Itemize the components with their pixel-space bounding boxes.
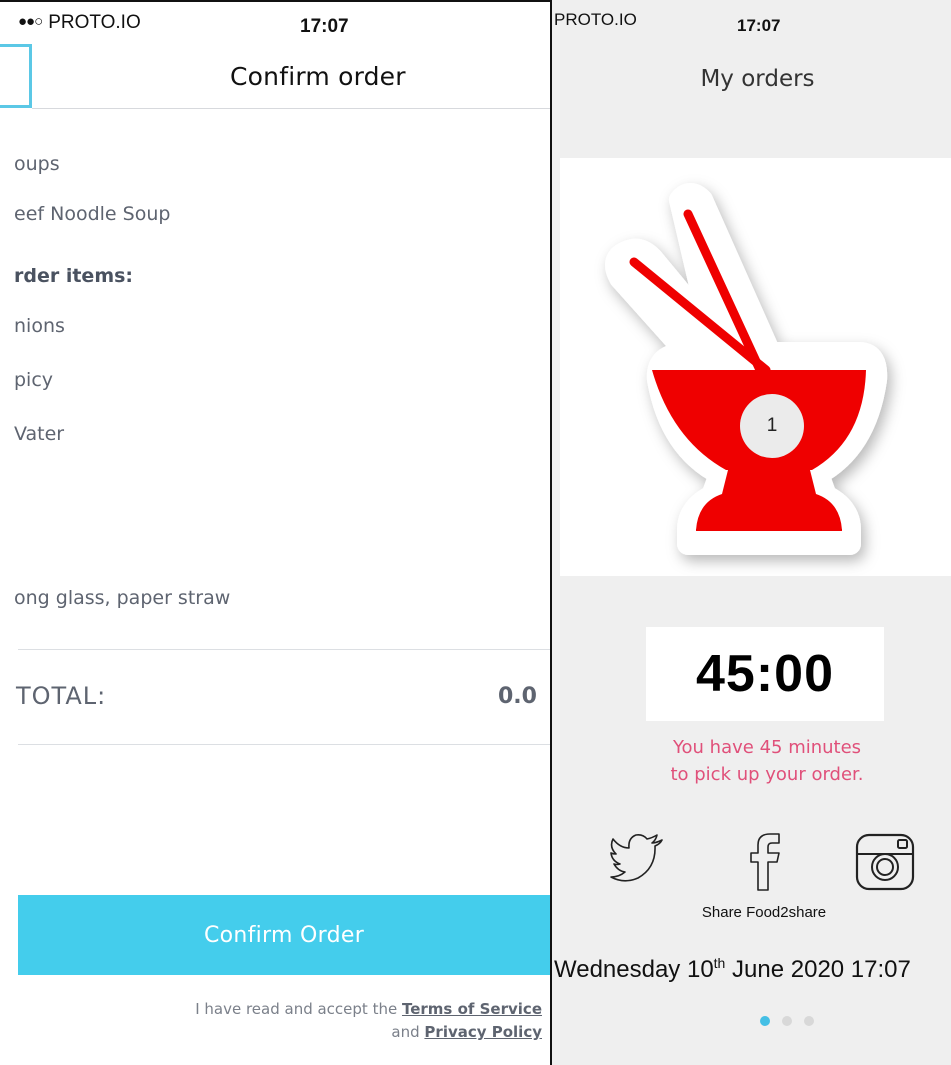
extra-note: ong glass, paper straw bbox=[14, 587, 231, 609]
dish-label: eef Noodle Soup bbox=[14, 203, 171, 225]
date-weekday: Wednesday 10 bbox=[554, 956, 714, 983]
order-datetime: Wednesday 10th June 2020 17:07 bbox=[554, 955, 951, 984]
order-items-heading: rder items: bbox=[14, 265, 134, 287]
terms-prefix: I have read and accept the bbox=[195, 1000, 398, 1018]
status-carrier: PROTO.IO bbox=[554, 10, 637, 29]
top-border bbox=[0, 0, 550, 2]
date-rest: June 2020 17:07 bbox=[732, 956, 911, 983]
header-divider bbox=[32, 108, 550, 109]
confirm-order-button[interactable]: Confirm Order bbox=[18, 895, 550, 975]
page-dot[interactable] bbox=[804, 1016, 814, 1026]
facebook-icon[interactable] bbox=[748, 832, 782, 892]
category-label: oups bbox=[14, 153, 60, 175]
order-image-panel: 1 bbox=[560, 158, 951, 576]
instagram-icon[interactable] bbox=[854, 832, 916, 892]
pickup-line-2: to pick up your order. bbox=[670, 764, 864, 785]
countdown-timer: 45:00 bbox=[646, 627, 884, 721]
terms-notice: I have read and accept the Terms of Serv… bbox=[110, 998, 550, 1044]
page-indicator[interactable] bbox=[552, 1016, 951, 1026]
order-item: Vater bbox=[14, 423, 65, 445]
status-time: 17:07 bbox=[737, 16, 781, 35]
twitter-icon[interactable] bbox=[610, 832, 666, 882]
page-title: Confirm order bbox=[230, 62, 406, 91]
share-label: Share Food2share bbox=[701, 904, 827, 921]
status-time: 17:07 bbox=[300, 16, 349, 37]
page-dot[interactable] bbox=[760, 1016, 770, 1026]
terms-and: and bbox=[391, 1023, 420, 1041]
status-bar: ●●○ PROTO.IO bbox=[18, 12, 141, 34]
total-divider-bottom bbox=[18, 744, 550, 745]
timer-value: 45:00 bbox=[696, 645, 834, 703]
total-value: 0.0 bbox=[498, 684, 537, 709]
terms-of-service-link[interactable]: Terms of Service bbox=[402, 1000, 542, 1018]
signal-icon: ●●○ bbox=[18, 13, 43, 30]
total-label: TOTAL: bbox=[16, 682, 107, 710]
total-divider-top bbox=[18, 649, 550, 650]
pickup-message: You have 45 minutes to pick up your orde… bbox=[552, 734, 951, 788]
confirm-order-label: Confirm Order bbox=[203, 922, 365, 948]
noodle-bowl-icon bbox=[605, 183, 888, 555]
my-orders-screen: PROTO.IO 17:07 My orders 1 45:00 You hav… bbox=[552, 0, 951, 1065]
order-count-badge: 1 bbox=[740, 394, 804, 458]
page-dot[interactable] bbox=[782, 1016, 792, 1026]
pickup-line-1: You have 45 minutes bbox=[672, 737, 862, 758]
confirm-order-screen: ●●○ PROTO.IO 17:07 Confirm order oups eef… bbox=[0, 0, 550, 1065]
privacy-policy-link[interactable]: Privacy Policy bbox=[424, 1023, 542, 1041]
order-item: nions bbox=[14, 315, 65, 337]
order-item: picy bbox=[14, 369, 54, 391]
date-suffix: th bbox=[713, 955, 726, 971]
carrier-label: PROTO.IO bbox=[48, 12, 141, 33]
page-title: My orders bbox=[700, 66, 815, 92]
back-button[interactable] bbox=[0, 44, 32, 108]
